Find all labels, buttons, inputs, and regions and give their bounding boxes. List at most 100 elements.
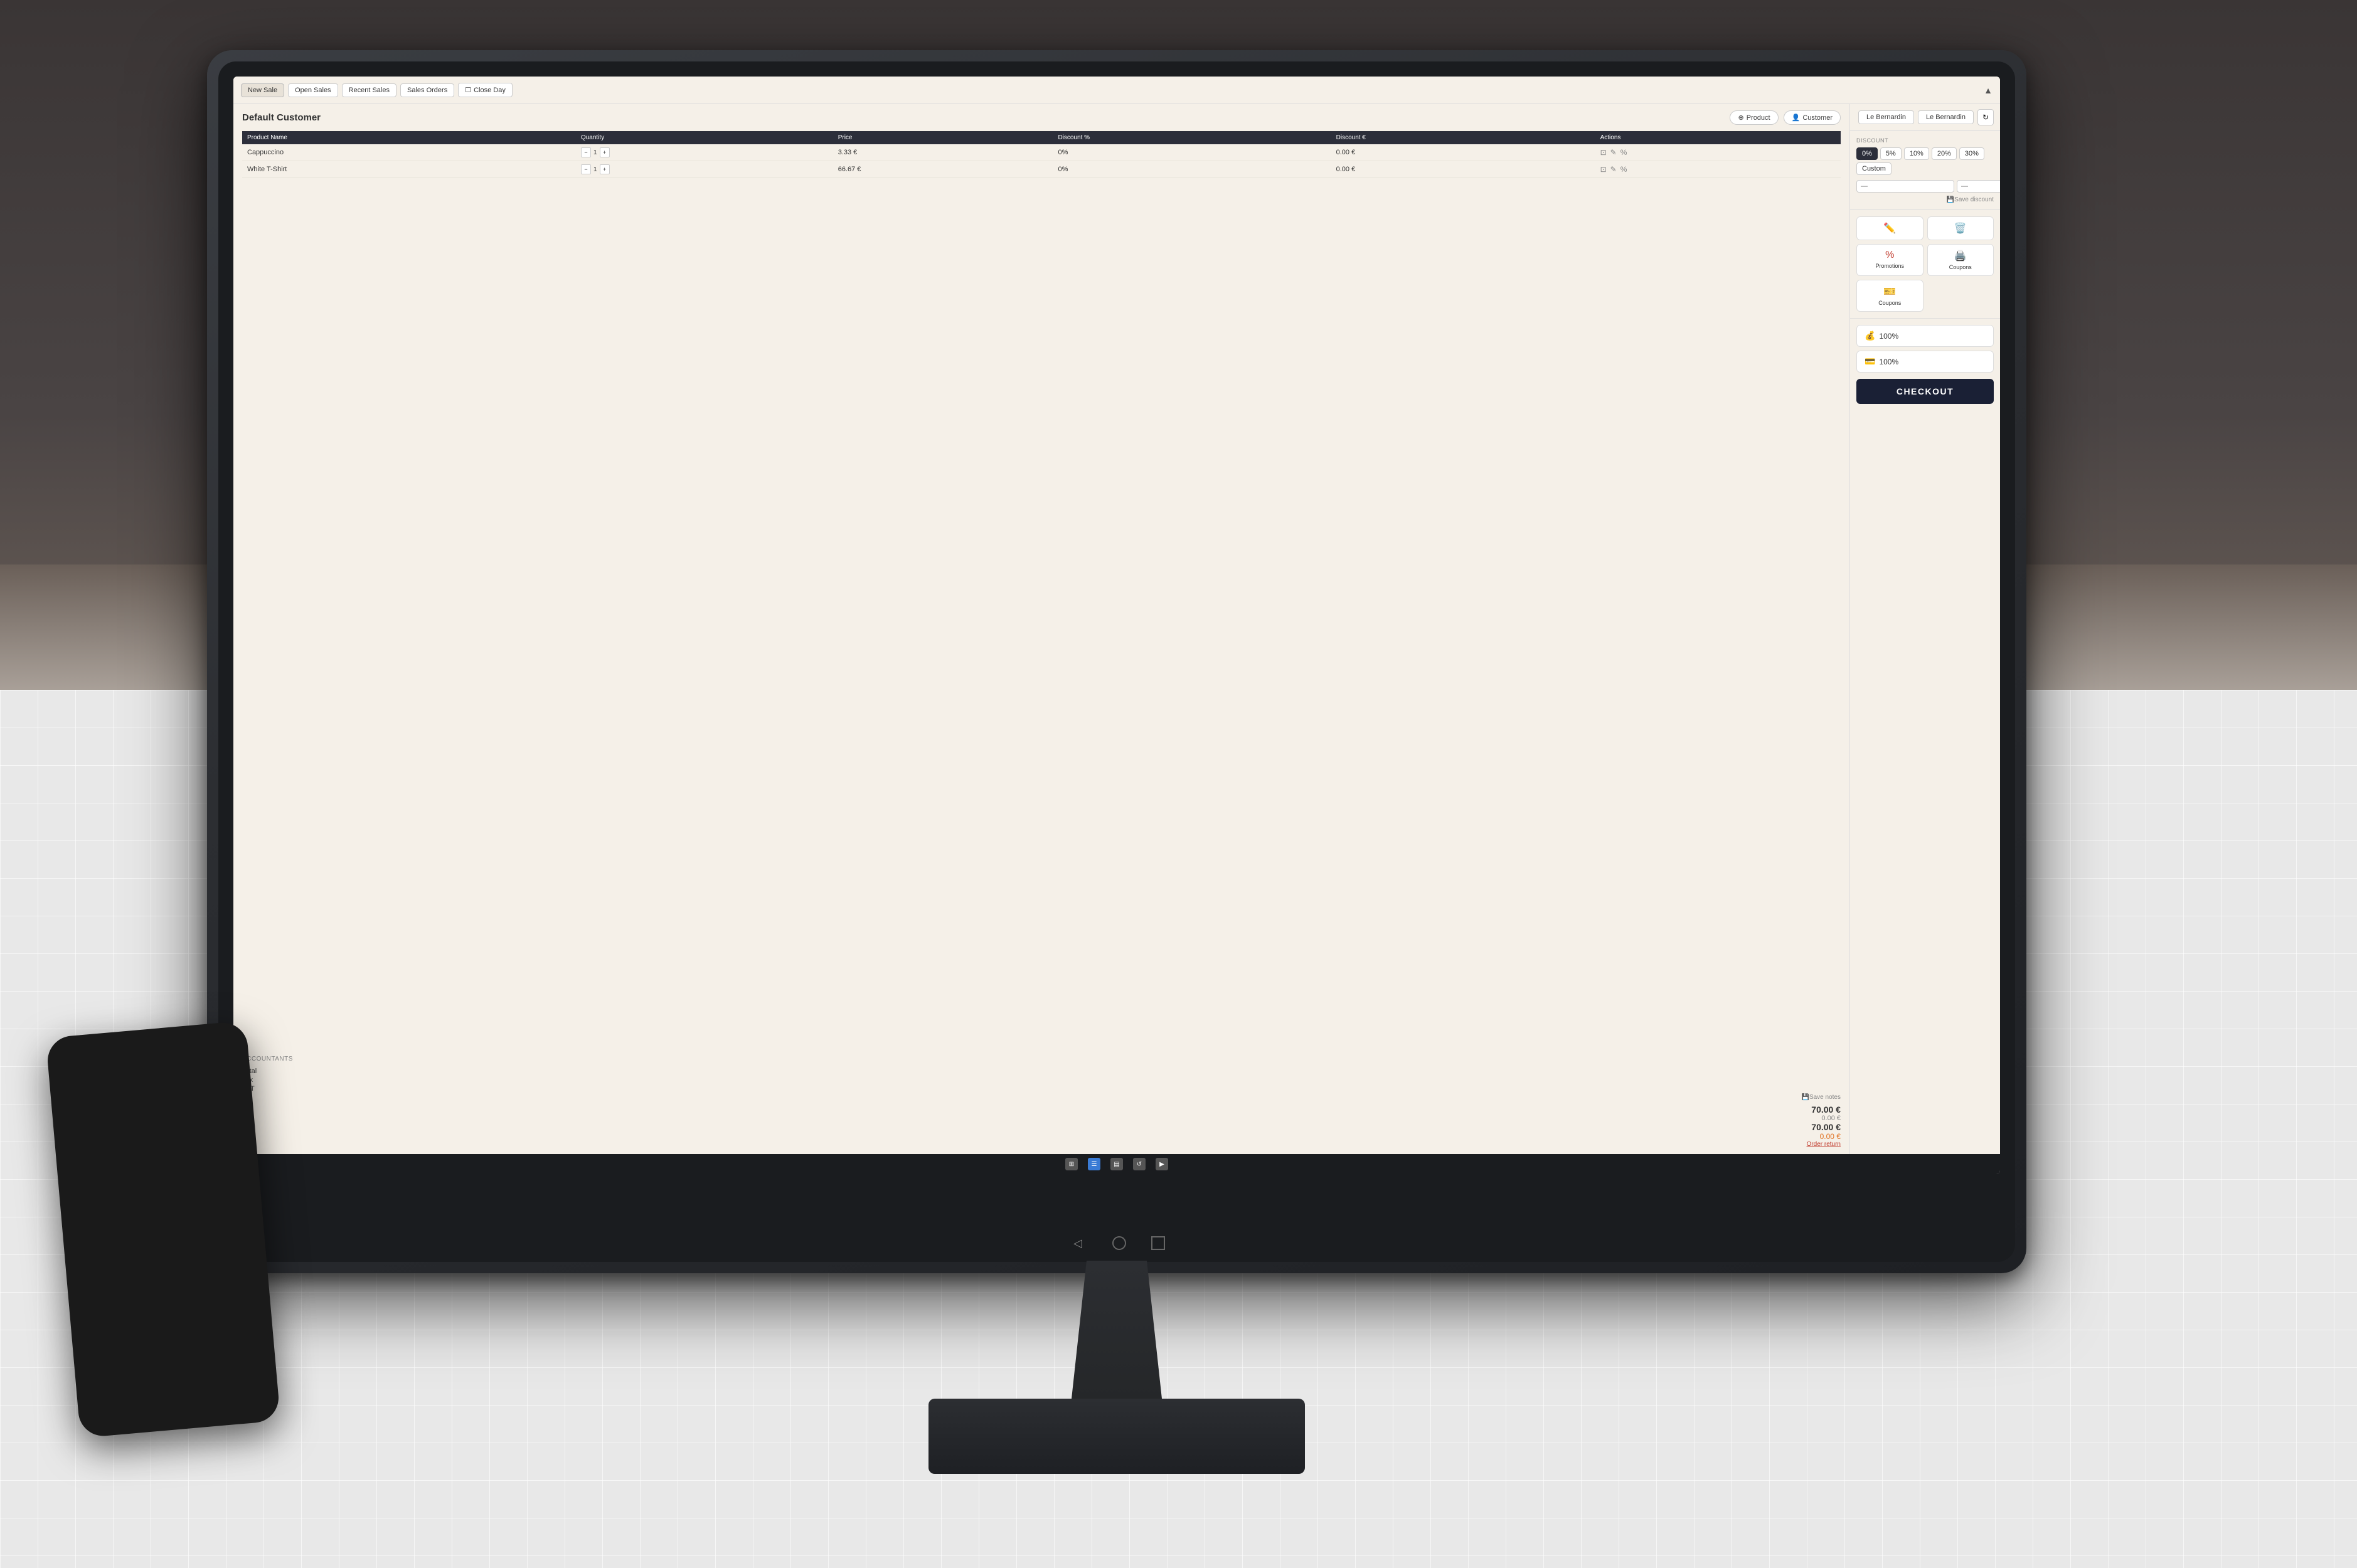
edit-icon-2[interactable]: ✎ (1610, 165, 1617, 174)
action-btn-delete[interactable]: 🗑️ (1927, 216, 1994, 240)
tab-recent-sales[interactable]: Recent Sales (342, 83, 396, 97)
wifi-icon: ▲ (1984, 85, 1993, 95)
disc-btn-20[interactable]: 20% (1932, 147, 1957, 160)
pos-app: New Sale Open Sales Recent Sales Sales O… (233, 77, 2000, 1174)
order-return-link[interactable]: Order return (242, 1141, 1841, 1148)
monitor-bottom-bar: ◁ (1068, 1234, 1165, 1253)
col-discount-pct: Discount % (1053, 131, 1331, 144)
taskbar-icon-1[interactable]: ⊞ (1065, 1158, 1078, 1170)
tax-value: 0.00 € (242, 1115, 1841, 1122)
home-nav-btn[interactable] (1112, 1236, 1126, 1250)
customer-icon: 👤 (1792, 114, 1801, 122)
table-row: Cappuccino − 1 + 3.33 € (242, 144, 1841, 161)
save-discount-row[interactable]: 💾 Save discount (1856, 196, 1994, 203)
delete-action-icon: 🗑️ (1954, 222, 1967, 235)
total-section: Total Tax VAT (242, 1067, 1841, 1093)
tab-new-sale[interactable]: New Sale (241, 83, 284, 97)
copy-icon-2[interactable]: ⊡ (1600, 165, 1607, 174)
tab-sales-orders[interactable]: Sales Orders (400, 83, 454, 97)
action-icons-2: ⊡ ✎ % (1600, 165, 1836, 174)
action-btn-coupons-2[interactable]: 🎫 Coupons (1856, 280, 1923, 312)
col-quantity: Quantity (576, 131, 833, 144)
coupons-label-1: Coupons (1949, 264, 1972, 270)
checkout-button[interactable]: CHECKOUT (1856, 379, 1994, 404)
taskbar: ⊞ ☰ ▤ ↺ ▶ (233, 1154, 2000, 1174)
order-table: Product Name Quantity Price Discount % D… (242, 131, 1841, 178)
restaurant-btn-2[interactable]: Le Bernardin (1918, 110, 1974, 124)
disc-pct-1: 0% (1053, 144, 1331, 161)
due-value: 0.00 € (242, 1132, 1841, 1141)
price-1: 3.33 € (833, 144, 1053, 161)
save-notes-button[interactable]: 💾 Save notes (242, 1094, 1841, 1101)
customer-button[interactable]: 👤 Customer (1784, 110, 1841, 125)
action-buttons-grid: ✏️ 🗑️ % Promotions 🖨️ Coupon (1850, 210, 2000, 319)
qty-control-2: − 1 + (581, 164, 828, 174)
restaurant-btn-1[interactable]: Le Bernardin (1858, 110, 1914, 124)
tab-close-day[interactable]: ☐ Close Day (458, 83, 513, 97)
copy-icon-1[interactable]: ⊡ (1600, 148, 1607, 157)
customer-buttons: ⊕ Product 👤 Customer (1730, 110, 1841, 125)
back-nav-btn[interactable]: ◁ (1068, 1234, 1087, 1253)
table-row: White T-Shirt − 1 + 66.67 € (242, 161, 1841, 178)
save-icon: 💾 (1947, 196, 1954, 203)
main-content: Default Customer ⊕ Product 👤 Customer (233, 104, 2000, 1154)
coupons-label-2: Coupons (1878, 300, 1901, 306)
right-panel: Le Bernardin Le Bernardin ↻ DISCOUNT 0% … (1849, 104, 2000, 1154)
qty-decrease-1[interactable]: − (581, 147, 591, 157)
coupons-icon-1: 🖨️ (1954, 250, 1967, 262)
discount-label: DISCOUNT (1856, 137, 1994, 144)
disc-btn-30[interactable]: 30% (1959, 147, 1984, 160)
qty-2: − 1 + (576, 161, 833, 178)
accountants-section: ACCOUNTANTS (242, 1056, 1841, 1062)
product-button[interactable]: ⊕ Product (1730, 110, 1778, 125)
promotions-label: Promotions (1875, 263, 1904, 269)
qty-1: − 1 + (576, 144, 833, 161)
disc-btn-custom[interactable]: Custom (1856, 162, 1891, 175)
card-icon: 💳 (1865, 356, 1875, 367)
col-price: Price (833, 131, 1053, 144)
cash-payment-btn[interactable]: 💰 100% (1856, 325, 1994, 347)
tab-open-sales[interactable]: Open Sales (288, 83, 338, 97)
qty-control-1: − 1 + (581, 147, 828, 157)
payment-section: 💰 100% 💳 100% CHECKOUT (1850, 319, 2000, 410)
total-row-label: Total (242, 1067, 1841, 1075)
taskbar-icon-3[interactable]: ▤ (1110, 1158, 1123, 1170)
qty-decrease-2[interactable]: − (581, 164, 591, 174)
taskbar-icon-5[interactable]: ▶ (1156, 1158, 1168, 1170)
qty-increase-1[interactable]: + (600, 147, 610, 157)
total-row-vat: VAT (242, 1085, 1841, 1093)
promotions-icon: % (1885, 250, 1894, 261)
price-2: 66.67 € (833, 161, 1053, 178)
recent-nav-btn[interactable] (1151, 1236, 1165, 1250)
edit-action-icon: ✏️ (1883, 222, 1896, 235)
product-name-2: White T-Shirt (242, 161, 576, 178)
disc-btn-5[interactable]: 5% (1880, 147, 1902, 160)
discount-section: DISCOUNT 0% 5% 10% 20% 30% Custom (1850, 131, 2000, 210)
top-nav: New Sale Open Sales Recent Sales Sales O… (233, 77, 2000, 104)
product-icon: ⊕ (1738, 114, 1743, 122)
action-btn-coupons-1[interactable]: 🖨️ Coupons (1927, 244, 1994, 276)
action-btn-promotions[interactable]: % Promotions (1856, 244, 1923, 276)
product-name-1: Cappuccino (242, 144, 576, 161)
disc-btn-10[interactable]: 10% (1904, 147, 1929, 160)
card-payment-btn[interactable]: 💳 100% (1856, 351, 1994, 373)
pct-icon-2[interactable]: % (1620, 165, 1627, 174)
discount-input-2[interactable] (1957, 180, 2000, 193)
monitor-screen: New Sale Open Sales Recent Sales Sales O… (233, 77, 2000, 1174)
restaurant-icon[interactable]: ↻ (1977, 109, 1994, 125)
discount-input-row (1856, 180, 1994, 193)
taskbar-icon-2[interactable]: ☰ (1088, 1158, 1100, 1170)
monitor-stand-base (928, 1399, 1305, 1474)
taskbar-icon-4[interactable]: ↺ (1133, 1158, 1146, 1170)
monitor-bezel: New Sale Open Sales Recent Sales Sales O… (218, 61, 2015, 1262)
pct-icon-1[interactable]: % (1620, 148, 1627, 157)
disc-btn-0[interactable]: 0% (1856, 147, 1878, 160)
close-day-icon: ☐ (465, 86, 471, 94)
save-notes-icon: 💾 (1802, 1094, 1809, 1101)
cash-icon: 💰 (1865, 331, 1875, 341)
edit-icon-1[interactable]: ✎ (1610, 148, 1617, 157)
total-row-tax: Tax (242, 1076, 1841, 1084)
qty-increase-2[interactable]: + (600, 164, 610, 174)
action-btn-edit[interactable]: ✏️ (1856, 216, 1923, 240)
discount-input[interactable] (1856, 180, 1954, 193)
